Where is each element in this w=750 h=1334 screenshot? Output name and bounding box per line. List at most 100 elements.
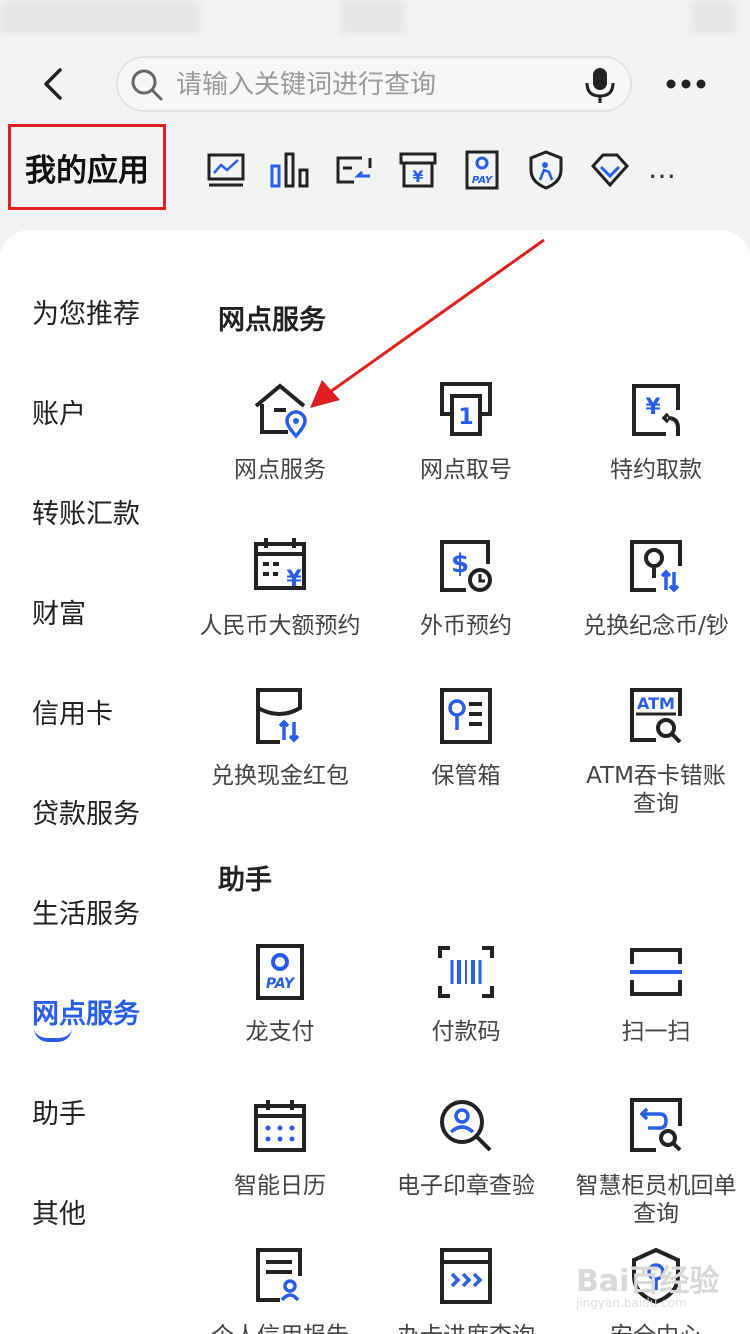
svg-text:PAY: PAY bbox=[266, 976, 296, 992]
my-apps-title[interactable]: 我的应用 bbox=[8, 124, 166, 210]
status-blur bbox=[690, 0, 736, 34]
wealth-trend-icon[interactable] bbox=[194, 146, 258, 194]
app-tile[interactable]: 扫一扫 bbox=[566, 942, 746, 1046]
sidebar-item[interactable]: 助手 bbox=[32, 1092, 86, 1131]
app-tile-label: 人民币大额预约 bbox=[199, 613, 361, 639]
top-bar bbox=[0, 44, 750, 128]
cash-envelope-icon bbox=[256, 688, 302, 744]
sidebar-item[interactable]: 为您推荐 bbox=[32, 292, 140, 331]
section-title: 助手 bbox=[218, 865, 272, 896]
coin-exchange-icon bbox=[630, 540, 682, 593]
app-tile-label: 网点取号 bbox=[420, 457, 512, 483]
search-input[interactable] bbox=[174, 64, 568, 106]
app-tile[interactable]: 付款码 bbox=[376, 942, 556, 1046]
svg-text:¥: ¥ bbox=[286, 567, 302, 592]
credit-report-icon bbox=[256, 1248, 302, 1302]
app-tile-label: 办卡进度查询 bbox=[376, 1322, 556, 1334]
app-tile-label-line2: 查询 bbox=[633, 791, 679, 817]
app-tile-label: 安全中心 bbox=[566, 1322, 746, 1334]
active-indicator bbox=[34, 1028, 72, 1042]
more-options-icon[interactable] bbox=[664, 72, 708, 96]
bar-chart-icon[interactable] bbox=[258, 146, 322, 194]
app-tile[interactable]: ¥ 特约取款 bbox=[566, 380, 746, 484]
receipt-query-icon bbox=[630, 1098, 682, 1152]
atm-query-icon: ATM bbox=[630, 688, 682, 744]
app-tile-label: 智能日历 bbox=[234, 1173, 326, 1199]
svg-text:$: $ bbox=[451, 549, 469, 579]
special-withdrawal-icon: ¥ bbox=[632, 384, 680, 436]
sidebar-item[interactable]: 转账汇款 bbox=[32, 492, 140, 531]
back-arrow-icon[interactable] bbox=[36, 64, 76, 104]
watermark: Bai百经验 jingyan.baidu.com bbox=[576, 1256, 719, 1310]
app-tile[interactable]: 网点服务 bbox=[190, 380, 370, 484]
app-tile-label: 扫一扫 bbox=[621, 1019, 691, 1045]
search-icon bbox=[131, 69, 163, 101]
search-box[interactable] bbox=[116, 56, 632, 112]
app-tile-label-line2: 查询 bbox=[633, 1201, 679, 1227]
sidebar-item[interactable]: 贷款服务 bbox=[32, 792, 140, 831]
sidebar-item[interactable]: 其他 bbox=[32, 1192, 86, 1231]
app-tile[interactable]: 个人信用报告 bbox=[190, 1246, 370, 1334]
svg-text:¥: ¥ bbox=[645, 395, 661, 420]
safe-box-icon bbox=[440, 688, 492, 744]
app-tile-label: 保管箱 bbox=[431, 763, 501, 789]
sidebar-item[interactable]: 信用卡 bbox=[32, 692, 113, 731]
app-tile-label: 付款码 bbox=[431, 1019, 501, 1045]
branch-location-icon bbox=[254, 383, 307, 439]
calendar-icon bbox=[254, 1100, 306, 1152]
category-sidebar: 为您推荐账户转账汇款财富信用卡贷款服务生活服务网点服务助手其他 bbox=[0, 230, 190, 1334]
app-tile-label: 龙支付 bbox=[245, 1019, 315, 1045]
transfer-card-icon[interactable] bbox=[322, 146, 386, 194]
app-tile[interactable]: 办卡进度查询 bbox=[376, 1246, 556, 1334]
app-content: 网点服务 网点服务 1 网点取号 ¥ 特约取款 ¥ 人民币大额预约 $ 外币预约 兑换纪念币/钞 兑换… bbox=[190, 230, 750, 1334]
sidebar-item[interactable]: 生活服务 bbox=[32, 892, 140, 931]
app-tile[interactable]: 保管箱 bbox=[376, 686, 556, 790]
app-tile[interactable]: 电子印章查验 bbox=[376, 1096, 556, 1200]
queue-ticket-icon: 1 bbox=[440, 382, 492, 436]
sidebar-item[interactable]: 网点服务 bbox=[32, 992, 140, 1031]
long-pay-small-icon[interactable]: PAY bbox=[450, 146, 514, 194]
app-tile[interactable]: 智能日历 bbox=[190, 1096, 370, 1200]
app-tile[interactable]: PAY 龙支付 bbox=[190, 942, 370, 1046]
app-tile[interactable]: ¥ 人民币大额预约 bbox=[190, 536, 370, 640]
svg-text:PAY: PAY bbox=[472, 175, 494, 186]
my-apps-more[interactable]: … bbox=[648, 152, 678, 185]
payment-code-icon bbox=[438, 946, 494, 998]
card-progress-icon bbox=[440, 1248, 492, 1304]
status-blur bbox=[340, 0, 406, 34]
app-tile-label: 兑换现金红包 bbox=[211, 763, 349, 789]
app-tile-label: 特约取款 bbox=[610, 457, 702, 483]
sidebar-item[interactable]: 账户 bbox=[32, 392, 86, 431]
app-tile-label: 智慧柜员机回单 bbox=[575, 1173, 737, 1199]
app-tile[interactable]: ATM ATM吞卡错账 查询 bbox=[566, 686, 746, 818]
microphone-icon[interactable] bbox=[582, 66, 618, 104]
app-tile-label: 兑换纪念币/钞 bbox=[583, 613, 729, 639]
svg-text:ATM: ATM bbox=[637, 694, 675, 713]
app-tile-label: ATM吞卡错账 bbox=[586, 763, 726, 789]
app-tile[interactable]: 1 网点取号 bbox=[376, 380, 556, 484]
app-tile-label: 电子印章查验 bbox=[397, 1173, 535, 1199]
sidebar-item[interactable]: 财富 bbox=[32, 592, 86, 631]
app-tile[interactable]: $ 外币预约 bbox=[376, 536, 556, 640]
watermark-text: Bai百经验 bbox=[576, 1264, 720, 1299]
app-tile-label: 个人信用报告 bbox=[190, 1322, 370, 1334]
app-tile[interactable]: 兑换纪念币/钞 bbox=[566, 536, 746, 640]
deposit-box-icon[interactable]: ¥ bbox=[386, 146, 450, 194]
app-tile[interactable]: 智慧柜员机回单 查询 bbox=[566, 1096, 746, 1228]
status-blur bbox=[0, 0, 200, 34]
svg-text:1: 1 bbox=[458, 405, 473, 430]
my-apps-icons: ¥ PAY bbox=[194, 146, 642, 194]
app-tile-label: 外币预约 bbox=[420, 613, 512, 639]
status-bar bbox=[0, 0, 750, 40]
insurance-shield-icon[interactable] bbox=[514, 146, 578, 194]
foreign-currency-icon: $ bbox=[440, 540, 492, 592]
svg-text:¥: ¥ bbox=[412, 167, 423, 186]
long-pay-icon: PAY bbox=[256, 944, 304, 1000]
diamond-icon[interactable] bbox=[578, 146, 642, 194]
my-apps-bar: 我的应用 ¥ PAY … bbox=[0, 124, 750, 214]
scan-icon bbox=[630, 948, 682, 996]
app-tile[interactable]: 兑换现金红包 bbox=[190, 686, 370, 790]
app-tile-label: 网点服务 bbox=[234, 457, 326, 483]
rmb-reservation-icon: ¥ bbox=[254, 538, 306, 592]
app-panel: 为您推荐 账户 转账汇款 财富 信用卡 贷款服务 生活服务 网点服务 助手 其他 网点服务 网点服务… bbox=[0, 230, 750, 1334]
